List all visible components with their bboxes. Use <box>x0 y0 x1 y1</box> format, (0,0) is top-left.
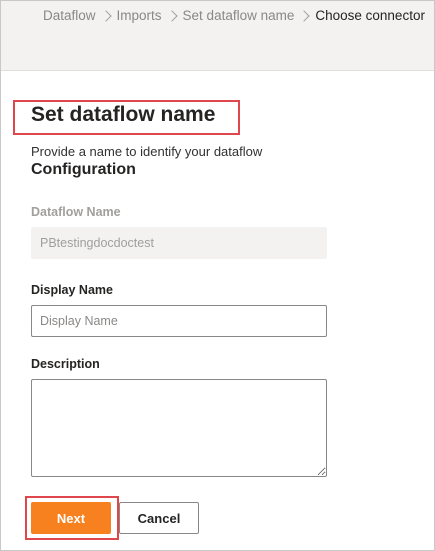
cancel-button[interactable]: Cancel <box>119 502 199 534</box>
dataflow-name-field: PBtestingdocdoctest <box>31 227 327 259</box>
breadcrumb-item-dataflow[interactable]: Dataflow <box>43 8 96 23</box>
page-title: Set dataflow name <box>31 103 216 126</box>
display-name-input[interactable] <box>31 305 327 337</box>
dataflow-name-label: Dataflow Name <box>31 205 121 219</box>
description-textarea[interactable] <box>31 379 327 477</box>
breadcrumb-item-imports[interactable]: Imports <box>117 8 162 23</box>
chevron-right-icon <box>99 9 112 22</box>
dataflow-wizard-panel: Dataflow Imports Set dataflow name Choos… <box>0 0 435 551</box>
chevron-right-icon <box>298 9 311 22</box>
next-button[interactable]: Next <box>31 502 111 534</box>
page-subtitle: Provide a name to identify your dataflow <box>31 144 263 159</box>
chevron-right-icon <box>165 9 178 22</box>
breadcrumb: Dataflow Imports Set dataflow name Choos… <box>43 8 425 23</box>
breadcrumb-item-set-dataflow-name[interactable]: Set dataflow name <box>183 8 295 23</box>
header-bar: Dataflow Imports Set dataflow name Choos… <box>1 1 434 71</box>
configuration-heading: Configuration <box>31 161 136 178</box>
description-label: Description <box>31 357 100 371</box>
display-name-label: Display Name <box>31 283 113 297</box>
breadcrumb-item-choose-connector: Choose connector <box>315 8 425 23</box>
